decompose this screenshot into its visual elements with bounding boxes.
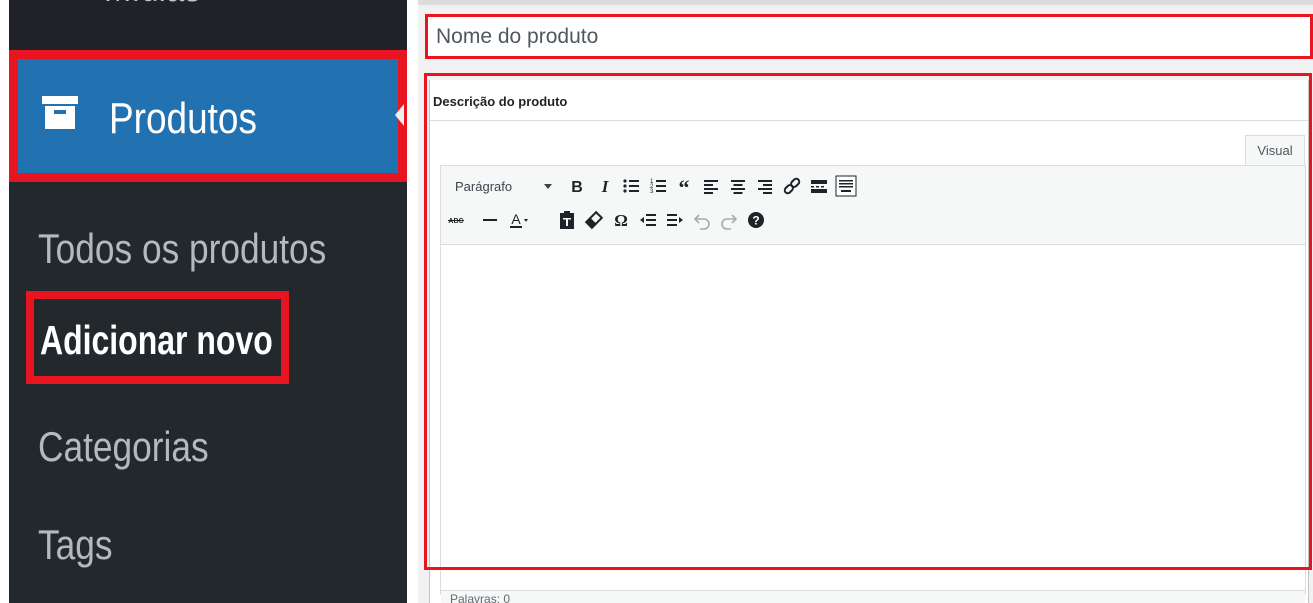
svg-text:I: I <box>601 177 610 196</box>
archive-box-icon <box>42 96 78 129</box>
editor-status-bar: Palavras: 0 <box>441 590 1305 603</box>
sidebar-item-midias[interactable]: Mídias <box>9 0 407 50</box>
read-more-icon[interactable] <box>808 175 830 197</box>
svg-text:ABC: ABC <box>448 218 463 225</box>
align-right-icon[interactable] <box>754 175 776 197</box>
svg-text:Ω: Ω <box>614 211 628 230</box>
submenu-item-categorias[interactable]: Categorias <box>38 426 209 468</box>
panel-divider <box>430 120 1308 121</box>
toolbar-toggle-icon[interactable] <box>835 175 857 197</box>
special-character-icon[interactable]: Ω <box>610 209 632 231</box>
undo-icon[interactable] <box>691 209 713 231</box>
clear-formatting-icon[interactable] <box>583 209 605 231</box>
submenu-item-tags[interactable]: Tags <box>38 524 113 566</box>
product-title-field <box>425 14 1313 59</box>
numbered-list-icon[interactable]: 1 2 3 <box>647 175 669 197</box>
redo-icon[interactable] <box>718 209 740 231</box>
admin-sidebar: Mídias Produtos Todos os produtos Adicio… <box>9 0 407 603</box>
paste-as-text-icon[interactable] <box>556 209 578 231</box>
align-left-icon[interactable] <box>700 175 722 197</box>
editor-content-area[interactable] <box>441 245 1305 590</box>
bullet-list-icon[interactable] <box>620 175 642 197</box>
text-color-icon[interactable]: A <box>507 209 529 231</box>
submenu-item-todos-os-produtos[interactable]: Todos os produtos <box>38 228 326 270</box>
svg-text:A: A <box>511 211 521 227</box>
italic-icon[interactable]: I <box>594 175 616 197</box>
svg-text:?: ? <box>752 214 759 228</box>
sidebar-item-midias-label: Mídias <box>104 0 201 11</box>
submenu-item-adicionar-novo[interactable]: Adicionar novo <box>40 320 273 361</box>
strikethrough-icon[interactable]: ABC <box>445 209 467 231</box>
svg-text:3: 3 <box>650 189 654 195</box>
indent-icon[interactable] <box>664 209 686 231</box>
horizontal-line-icon[interactable] <box>479 209 501 231</box>
word-count: Palavras: 0 <box>450 592 511 603</box>
align-center-icon[interactable] <box>727 175 749 197</box>
format-select[interactable]: Parágrafo <box>449 176 555 198</box>
outdent-icon[interactable] <box>637 209 659 231</box>
bold-icon[interactable]: B <box>566 175 588 197</box>
chevron-down-icon <box>544 184 552 189</box>
product-title-input[interactable] <box>436 21 1296 53</box>
product-description-heading: Descrição do produto <box>433 94 568 109</box>
keyboard-shortcuts-icon[interactable]: ? <box>745 209 767 231</box>
sidebar-item-produtos[interactable]: Produtos <box>9 50 407 182</box>
link-icon[interactable] <box>781 175 803 197</box>
svg-text:B: B <box>571 179 583 196</box>
current-menu-arrow-icon <box>395 104 404 126</box>
svg-text:“: “ <box>679 175 690 197</box>
tab-visual[interactable]: Visual <box>1245 135 1305 166</box>
blockquote-icon[interactable]: “ <box>673 175 695 197</box>
format-select-value: Parágrafo <box>455 179 513 194</box>
sidebar-item-produtos-label: Produtos <box>109 94 257 143</box>
